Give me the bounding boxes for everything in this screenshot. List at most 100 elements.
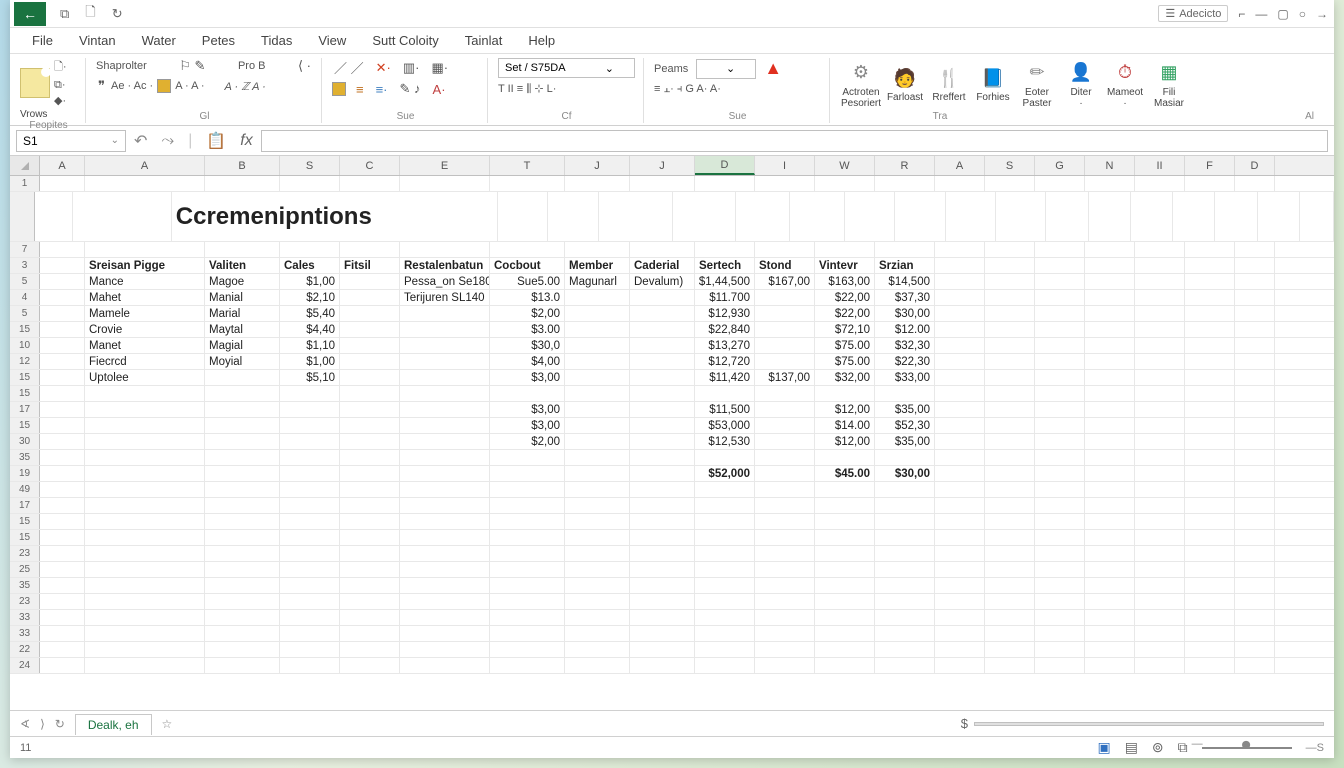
cell[interactable] <box>935 658 985 673</box>
cell[interactable] <box>1173 192 1215 241</box>
cell[interactable] <box>1085 258 1135 273</box>
cell[interactable] <box>695 482 755 497</box>
cell[interactable] <box>985 258 1035 273</box>
ribbon-btn-eoter[interactable]: ✏EoterPaster <box>1016 61 1058 109</box>
cell[interactable] <box>630 370 695 385</box>
cell[interactable] <box>815 482 875 497</box>
cell[interactable] <box>815 658 875 673</box>
paste-sm-icon[interactable]: 📋 <box>206 131 226 151</box>
cell[interactable]: Manet <box>85 338 205 353</box>
cell[interactable] <box>565 370 630 385</box>
cell[interactable]: $3,00 <box>490 402 565 417</box>
cell[interactable] <box>1235 242 1275 257</box>
cell[interactable] <box>565 578 630 593</box>
cell[interactable] <box>1035 514 1085 529</box>
col-header[interactable]: N <box>1085 156 1135 175</box>
cell[interactable] <box>935 370 985 385</box>
cell[interactable] <box>935 258 985 273</box>
cell[interactable] <box>736 192 790 241</box>
cell[interactable]: $22,30 <box>875 354 935 369</box>
cell[interactable] <box>630 514 695 529</box>
cell[interactable] <box>1135 642 1185 657</box>
cell[interactable] <box>280 514 340 529</box>
col-header[interactable]: F <box>1185 156 1235 175</box>
cell[interactable] <box>565 626 630 641</box>
zoom-slider[interactable] <box>1202 747 1292 749</box>
cell[interactable] <box>1185 176 1235 191</box>
chart-icon[interactable]: ▥· <box>401 60 422 76</box>
row-header[interactable]: 15 <box>10 322 40 337</box>
cell[interactable] <box>1235 546 1275 561</box>
cell[interactable] <box>1035 642 1085 657</box>
cell[interactable] <box>565 562 630 577</box>
cell[interactable] <box>815 594 875 609</box>
cell[interactable] <box>985 642 1035 657</box>
cell[interactable] <box>1135 354 1185 369</box>
cell[interactable] <box>565 306 630 321</box>
cell[interactable] <box>205 418 280 433</box>
col-header[interactable]: D <box>1235 156 1275 175</box>
cell[interactable] <box>815 242 875 257</box>
cell[interactable] <box>340 290 400 305</box>
hscroll[interactable] <box>974 722 1324 726</box>
cell[interactable] <box>400 546 490 561</box>
col-header[interactable]: B <box>205 156 280 175</box>
cell[interactable] <box>205 530 280 545</box>
menu-vintan[interactable]: Vintan <box>79 33 116 48</box>
cell[interactable] <box>490 514 565 529</box>
cell[interactable] <box>1085 594 1135 609</box>
cell[interactable] <box>1035 562 1085 577</box>
cell[interactable] <box>490 642 565 657</box>
row-header[interactable]: 15 <box>10 386 40 401</box>
cell[interactable] <box>340 658 400 673</box>
row-header[interactable]: 24 <box>10 658 40 673</box>
cell[interactable] <box>400 498 490 513</box>
cell[interactable] <box>490 482 565 497</box>
cell[interactable] <box>695 546 755 561</box>
cell[interactable]: $3.00 <box>490 322 565 337</box>
cell[interactable] <box>85 418 205 433</box>
cell[interactable] <box>1085 562 1135 577</box>
cell[interactable] <box>935 610 985 625</box>
view-pb-icon[interactable]: ⊚ <box>1152 739 1164 756</box>
cell[interactable] <box>1135 546 1185 561</box>
cell[interactable] <box>340 626 400 641</box>
cell[interactable]: $72,10 <box>815 322 875 337</box>
cell[interactable] <box>400 642 490 657</box>
row-header[interactable]: 35 <box>10 578 40 593</box>
cell[interactable] <box>695 176 755 191</box>
cell[interactable] <box>1085 466 1135 481</box>
cell[interactable] <box>875 514 935 529</box>
back-button[interactable]: ← <box>14 2 46 26</box>
cell[interactable] <box>1235 258 1275 273</box>
cell[interactable]: Magunarl <box>565 274 630 289</box>
cell[interactable] <box>340 274 400 289</box>
cell[interactable] <box>630 642 695 657</box>
cell[interactable] <box>1235 338 1275 353</box>
cell[interactable] <box>40 386 85 401</box>
warn-a-icon[interactable]: A· <box>431 82 448 97</box>
cell[interactable] <box>755 386 815 401</box>
cell[interactable]: $2,00 <box>490 434 565 449</box>
cell[interactable]: Terijuren SL140 <box>400 290 490 305</box>
col-header[interactable]: R <box>875 156 935 175</box>
cell[interactable] <box>1185 594 1235 609</box>
row-header[interactable]: 23 <box>10 594 40 609</box>
cell[interactable] <box>1035 594 1085 609</box>
cell[interactable]: $1,00 <box>280 354 340 369</box>
cell[interactable] <box>1185 354 1235 369</box>
cell[interactable] <box>755 466 815 481</box>
cell[interactable] <box>1085 498 1135 513</box>
col-header[interactable]: J <box>630 156 695 175</box>
cell[interactable] <box>85 242 205 257</box>
cell[interactable] <box>875 626 935 641</box>
ribbon-btn-rreffert[interactable]: 🍴Rreffert <box>928 66 970 103</box>
cell[interactable]: Uptolee <box>85 370 205 385</box>
cell[interactable] <box>875 482 935 497</box>
cell[interactable] <box>935 482 985 497</box>
cell[interactable] <box>1135 482 1185 497</box>
cell[interactable] <box>1235 386 1275 401</box>
col-header[interactable]: D <box>695 156 755 175</box>
cell[interactable] <box>1085 610 1135 625</box>
cell[interactable] <box>1235 176 1275 191</box>
